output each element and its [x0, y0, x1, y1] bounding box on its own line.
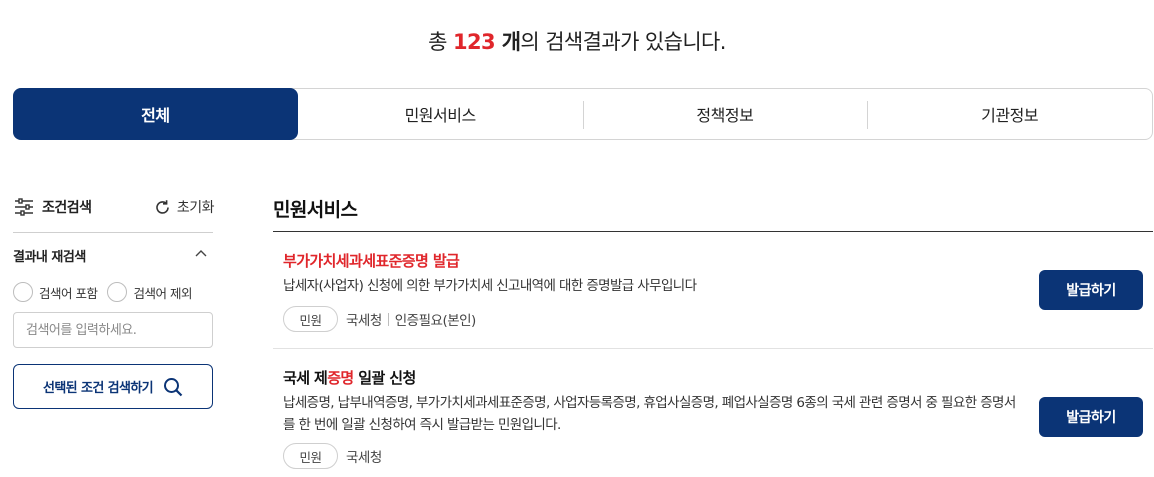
tab-divider: [582, 101, 584, 129]
category-tabs: 전체 민원서비스 정책정보 기관정보: [13, 88, 1153, 140]
result-meta: 민원 국세청 인증필요(본인): [283, 306, 476, 332]
summary-unit: 개: [494, 30, 521, 54]
tab-label: 기관정보: [981, 106, 1039, 125]
title-part: 일괄 신청: [353, 369, 416, 387]
agency-name: 국세청: [346, 450, 382, 466]
result-item: 부가가치세과세표준증명 발급 납세자(사업자) 신청에 의한 부가가치세 신고내…: [273, 232, 1153, 349]
issue-button[interactable]: 발급하기: [1039, 397, 1143, 437]
result-description: 납세자(사업자) 신청에 의한 부가가치세 신고내역에 대한 증명발급 사무입니…: [283, 278, 697, 294]
radio-label: 검색어 제외: [133, 285, 192, 301]
meta-divider: [387, 312, 389, 326]
filter-title: 조건검색: [14, 197, 92, 217]
chevron-up-icon: [195, 250, 207, 257]
auth-requirement: 인증필요(본인): [394, 313, 477, 329]
refresh-icon: [156, 199, 169, 214]
tab-agency-info[interactable]: 기관정보: [867, 89, 1152, 139]
apply-filter-label: 선택된 조건 검색하기: [42, 381, 154, 396]
filter-divider: [13, 232, 213, 233]
search-mode-radios: 검색어 포함 검색어 제외: [13, 282, 202, 302]
category-badge: 민원: [283, 306, 338, 332]
category-badge: 민원: [283, 443, 338, 469]
radio-circle[interactable]: [13, 282, 33, 302]
search-icon: [164, 377, 183, 396]
refine-title: 결과내 재검색: [13, 250, 86, 265]
refine-search-input[interactable]: [13, 312, 213, 348]
reset-label: 초기화: [176, 200, 215, 216]
radio-circle[interactable]: [107, 282, 128, 302]
filter-header: 조건검색 초기화: [14, 197, 215, 219]
title-highlight: 증명: [327, 369, 354, 387]
result-title-link[interactable]: 부가가치세과세표준증명 발급: [283, 250, 460, 271]
agency-name: 국세청: [346, 313, 382, 329]
summary-prefix: 총: [428, 30, 453, 54]
tab-policy-info[interactable]: 정책정보: [582, 89, 868, 139]
result-description: 납세증명, 납부내역증명, 부가가치세과세표준증명, 사업자등록증명, 휴업사실…: [283, 395, 1016, 433]
radio-exclude-keyword[interactable]: 검색어 제외: [107, 282, 192, 302]
apply-filter-button[interactable]: 선택된 조건 검색하기: [13, 364, 213, 409]
tab-divider: [867, 101, 869, 129]
filter-title-label: 조건검색: [42, 200, 92, 216]
section-title: 민원서비스: [273, 199, 358, 221]
result-summary: 총 123 개의 검색결과가 있습니다.: [0, 26, 1154, 56]
sliders-icon: [15, 198, 33, 216]
tab-all[interactable]: 전체: [13, 88, 298, 140]
result-item: 국세 제증명 일괄 신청 납세증명, 납부내역증명, 부가가치세과세표준증명, …: [273, 349, 1153, 477]
tab-civil-service[interactable]: 민원서비스: [298, 89, 583, 139]
reset-button[interactable]: 초기화: [154, 197, 215, 217]
summary-suffix: 의 검색결과가 있습니다.: [520, 30, 726, 54]
refine-search-toggle[interactable]: 결과내 재검색: [13, 246, 213, 265]
tab-label: 민원서비스: [404, 106, 477, 125]
result-count: 123: [452, 30, 496, 54]
issue-button[interactable]: 발급하기: [1039, 270, 1143, 310]
tab-label: 정책정보: [696, 106, 754, 125]
tab-label: 전체: [141, 106, 170, 125]
result-title-link[interactable]: 국세 제증명 일괄 신청: [283, 367, 416, 388]
result-meta: 민원 국세청: [283, 443, 382, 469]
radio-label: 검색어 포함: [39, 285, 98, 301]
title-part: 국세 제: [283, 369, 328, 387]
radio-include-keyword[interactable]: 검색어 포함: [13, 282, 98, 302]
